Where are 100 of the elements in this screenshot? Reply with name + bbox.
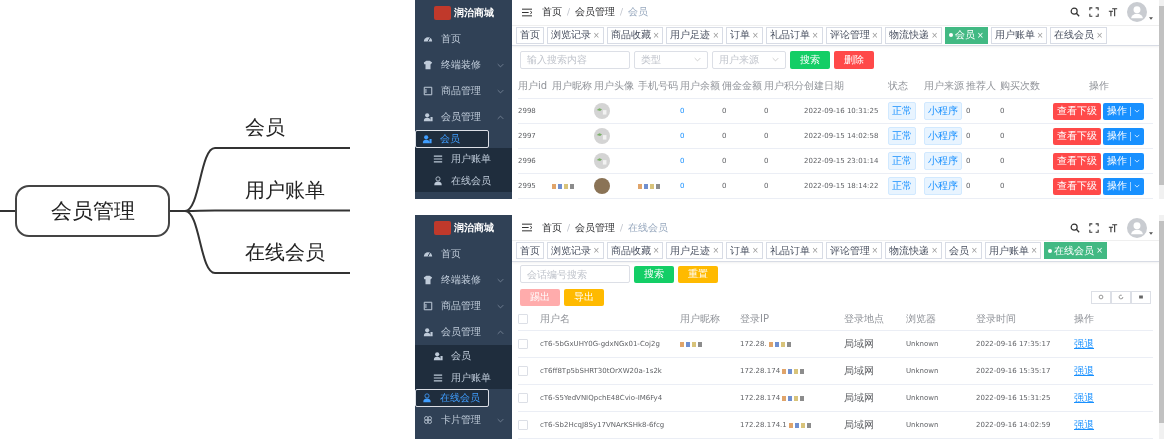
column-header: 购买次数 xyxy=(1000,79,1041,93)
submenu-item[interactable]: 用户账单 xyxy=(415,367,512,389)
checkbox[interactable] xyxy=(518,339,528,349)
close-icon[interactable]: × xyxy=(1030,246,1038,256)
tab[interactable]: 物流快递 × xyxy=(885,242,942,260)
close-icon[interactable]: × xyxy=(652,246,660,256)
search-icon[interactable] xyxy=(1070,7,1080,18)
action-dropdown-button[interactable]: 操作 xyxy=(1103,102,1144,120)
view-subordinates-button[interactable]: 查看下级 xyxy=(1053,152,1101,170)
tab[interactable]: 商品收藏 × xyxy=(606,242,664,260)
menu-item[interactable]: 会员管理 xyxy=(415,104,512,130)
close-icon[interactable]: × xyxy=(752,30,759,40)
search-icon[interactable] xyxy=(1070,222,1080,233)
tab[interactable]: 会员 × xyxy=(944,26,988,44)
fullscreen-icon[interactable] xyxy=(1089,222,1099,233)
columns-button[interactable] xyxy=(1131,290,1151,304)
tab[interactable]: 用户足迹 × xyxy=(666,26,724,44)
close-icon[interactable]: × xyxy=(1096,30,1104,40)
force-logout-link[interactable]: 强退 xyxy=(1074,364,1094,378)
close-icon[interactable]: × xyxy=(712,246,720,256)
close-icon[interactable]: × xyxy=(931,246,938,256)
tab[interactable]: 用户足迹 × xyxy=(666,242,724,260)
close-icon[interactable]: × xyxy=(652,30,660,40)
breadcrumb-item[interactable]: 首页 xyxy=(542,220,562,235)
delete-button[interactable]: 删除 xyxy=(834,50,874,69)
scrollbar[interactable] xyxy=(1159,221,1164,423)
font-size-icon[interactable] xyxy=(1108,222,1118,233)
close-icon[interactable]: × xyxy=(593,30,600,40)
caret-icon[interactable] xyxy=(1149,232,1153,236)
tab[interactable]: 用户账单 × xyxy=(990,26,1048,44)
force-logout-link[interactable]: 强退 xyxy=(1074,391,1094,405)
breadcrumb-item[interactable]: 会员管理 xyxy=(575,5,616,20)
fullscreen-icon[interactable] xyxy=(1089,7,1099,18)
checkbox[interactable] xyxy=(518,420,528,430)
tab[interactable]: 订单 × xyxy=(726,26,763,44)
tab[interactable]: 礼品订单 × xyxy=(765,242,823,260)
submenu-item[interactable]: 在线会员 xyxy=(415,389,489,407)
close-icon[interactable]: × xyxy=(811,246,819,256)
menu-item[interactable]: 商品管理 xyxy=(415,293,512,319)
search-button[interactable]: 搜索 xyxy=(790,50,830,69)
close-icon[interactable]: × xyxy=(752,246,759,256)
submenu-item[interactable]: 在线会员 xyxy=(415,170,512,192)
search-toggle-button[interactable] xyxy=(1091,290,1111,304)
tab[interactable]: 首页 xyxy=(516,26,544,44)
menu-item[interactable]: 终端装修 xyxy=(415,267,512,293)
submenu-item[interactable]: 会员 xyxy=(415,130,489,148)
tab[interactable]: 浏览记录 × xyxy=(547,26,604,44)
tab[interactable]: 浏览记录 × xyxy=(547,242,604,260)
menu-item[interactable]: 会员管理 xyxy=(415,319,512,345)
view-subordinates-button[interactable]: 查看下级 xyxy=(1053,102,1101,120)
breadcrumb-item[interactable]: 首页 xyxy=(542,5,562,20)
shirt-icon xyxy=(423,275,433,285)
submenu-item[interactable]: 会员 xyxy=(415,345,512,367)
search-button[interactable]: 搜索 xyxy=(634,265,674,283)
checkbox[interactable] xyxy=(518,366,528,376)
tab[interactable]: 评论管理 × xyxy=(825,26,883,44)
font-size-icon[interactable] xyxy=(1108,7,1118,18)
action-dropdown-button[interactable]: 操作 xyxy=(1103,127,1144,145)
close-icon[interactable]: × xyxy=(811,30,819,40)
table-cell-text: 局域网 xyxy=(844,391,875,405)
tab[interactable]: 商品收藏 × xyxy=(606,26,664,44)
checkbox[interactable] xyxy=(518,393,528,403)
tab[interactable]: 首页 xyxy=(516,242,544,260)
menu-icon[interactable] xyxy=(522,7,532,17)
close-icon[interactable]: × xyxy=(931,30,938,40)
tab[interactable]: 物流快递 × xyxy=(885,26,942,44)
menu-item[interactable]: 卡片管理 xyxy=(415,407,512,433)
tab[interactable]: 用户账单 × xyxy=(984,242,1042,260)
close-icon[interactable]: × xyxy=(976,30,984,40)
tab[interactable]: 订单 × xyxy=(726,242,763,260)
menu-item[interactable]: 终端装修 xyxy=(415,52,512,78)
close-icon[interactable]: × xyxy=(871,246,879,256)
action-dropdown-button[interactable]: 操作 xyxy=(1103,152,1144,170)
submenu-item[interactable]: 用户账单 xyxy=(415,148,512,170)
breadcrumb-item[interactable]: 会员管理 xyxy=(575,220,616,235)
menu-item[interactable]: 首页 xyxy=(415,241,512,267)
force-logout-link[interactable]: 强退 xyxy=(1074,418,1094,432)
caret-icon[interactable] xyxy=(1149,16,1153,20)
user-icon xyxy=(433,351,443,361)
checkbox[interactable] xyxy=(518,314,528,324)
view-subordinates-button[interactable]: 查看下级 xyxy=(1053,127,1101,145)
force-logout-link[interactable]: 强退 xyxy=(1074,337,1094,351)
close-icon[interactable]: × xyxy=(871,30,879,40)
menu-item[interactable]: 商品管理 xyxy=(415,78,512,104)
close-icon[interactable]: × xyxy=(970,246,978,256)
tab[interactable]: 会员 × xyxy=(944,242,982,260)
menu-icon[interactable] xyxy=(522,223,532,233)
breadcrumb-separator: / xyxy=(620,222,624,233)
close-icon[interactable]: × xyxy=(712,30,720,40)
close-icon[interactable]: × xyxy=(593,246,600,256)
close-icon[interactable]: × xyxy=(1036,30,1044,40)
tab[interactable]: 评论管理 × xyxy=(825,242,883,260)
tab[interactable]: 在线会员 × xyxy=(1050,26,1108,44)
view-subordinates-button[interactable]: 查看下级 xyxy=(1053,177,1101,195)
action-dropdown-button[interactable]: 操作 xyxy=(1103,177,1144,195)
tab[interactable]: 礼品订单 × xyxy=(765,26,823,44)
close-icon[interactable]: × xyxy=(1096,246,1104,256)
tab[interactable]: 在线会员 × xyxy=(1044,242,1108,260)
scrollbar[interactable] xyxy=(1159,6,1164,186)
menu-item[interactable]: 首页 xyxy=(415,26,512,52)
